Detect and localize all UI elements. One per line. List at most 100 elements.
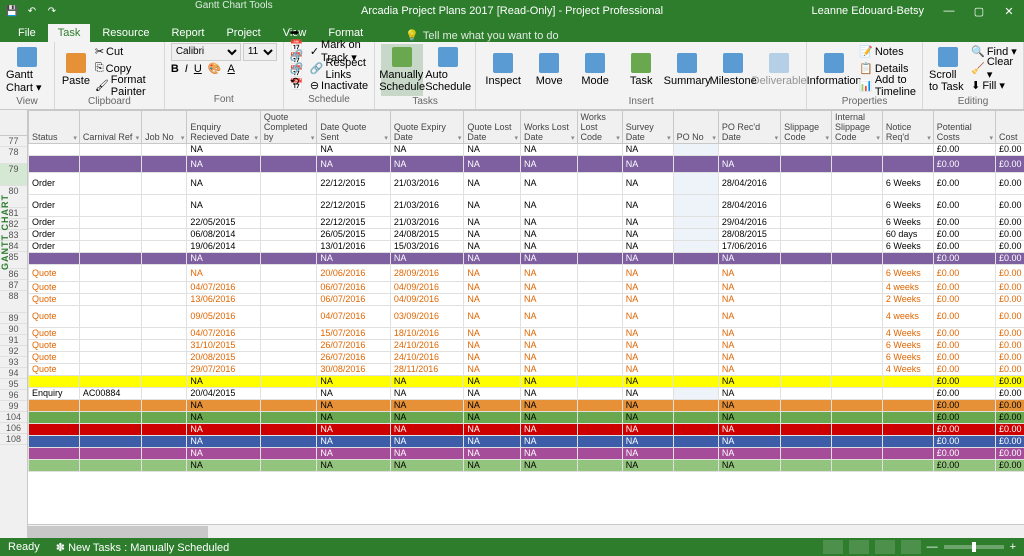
zoom-slider[interactable] [944, 545, 1004, 549]
cell[interactable] [142, 217, 187, 229]
cell[interactable] [831, 376, 882, 388]
cell[interactable] [260, 424, 317, 436]
column-header[interactable]: Internal Slippage Code▾ [831, 111, 882, 144]
view-btn-3[interactable] [875, 540, 895, 554]
cell[interactable] [781, 460, 832, 472]
cell[interactable]: Order [29, 217, 80, 229]
cell[interactable]: NA [187, 265, 261, 282]
cell[interactable] [29, 412, 80, 424]
cell[interactable]: NA [317, 253, 391, 265]
cell[interactable] [79, 241, 141, 253]
cell[interactable] [260, 352, 317, 364]
cell[interactable] [673, 376, 718, 388]
column-header[interactable]: Notice Req'd▾ [882, 111, 933, 144]
table-row[interactable]: NANANANANANANA£0.00£0.00◢ Outstanding Re… [29, 376, 1024, 388]
cell[interactable]: £0.00 [933, 144, 995, 156]
column-header[interactable]: Works Lost Date▾ [520, 111, 577, 144]
cell[interactable]: NA [464, 241, 521, 253]
cell[interactable] [882, 436, 933, 448]
row-number[interactable]: 78 [0, 147, 27, 164]
cell[interactable]: £0.00 [995, 448, 1024, 460]
cell[interactable]: £0.00 [933, 241, 995, 253]
cell[interactable]: £0.00 [933, 328, 995, 340]
cell[interactable] [29, 424, 80, 436]
column-header[interactable]: Job No▾ [142, 111, 187, 144]
cell[interactable]: NA [464, 376, 521, 388]
inspect-button[interactable]: Inspect [482, 44, 524, 96]
cell[interactable]: NA [187, 253, 261, 265]
cell[interactable] [831, 241, 882, 253]
cell[interactable]: 22/12/2015 [317, 173, 391, 195]
tab-project[interactable]: Project [216, 24, 270, 42]
cell[interactable]: NA [520, 388, 577, 400]
cell[interactable]: NA [622, 400, 673, 412]
cell[interactable]: 22/12/2015 [317, 195, 391, 217]
cell[interactable]: NA [464, 436, 521, 448]
maximize-button[interactable]: ▢ [964, 0, 994, 22]
cell[interactable]: NA [464, 217, 521, 229]
cell[interactable] [577, 253, 622, 265]
cell[interactable]: NA [464, 195, 521, 217]
cell[interactable] [673, 424, 718, 436]
cell[interactable]: 19/06/2014 [187, 241, 261, 253]
cell[interactable]: 28/04/2016 [718, 173, 780, 195]
cell[interactable] [260, 253, 317, 265]
cell[interactable]: NA [317, 388, 391, 400]
cell[interactable]: £0.00 [995, 282, 1024, 294]
cell[interactable] [831, 400, 882, 412]
cell[interactable]: NA [622, 156, 673, 173]
table-row[interactable]: Quote29/07/201630/08/201628/11/2016NANAN… [29, 364, 1024, 376]
minimize-button[interactable]: — [934, 0, 964, 22]
cell[interactable] [260, 340, 317, 352]
cell[interactable]: NA [464, 144, 521, 156]
cell[interactable]: £0.00 [995, 195, 1024, 217]
row-number[interactable]: 99 [0, 401, 27, 412]
cell[interactable] [781, 328, 832, 340]
close-button[interactable]: ✕ [994, 0, 1024, 22]
cell[interactable] [260, 217, 317, 229]
cell[interactable]: 03/09/2016 [390, 306, 464, 328]
cell[interactable] [260, 400, 317, 412]
cell[interactable] [142, 265, 187, 282]
cell[interactable] [673, 241, 718, 253]
cell[interactable] [781, 241, 832, 253]
cell[interactable]: £0.00 [995, 340, 1024, 352]
cell[interactable]: Order [29, 195, 80, 217]
cell[interactable]: NA [520, 448, 577, 460]
save-icon[interactable]: 💾 [4, 3, 20, 19]
tab-report[interactable]: Report [161, 24, 214, 42]
cell[interactable] [577, 460, 622, 472]
data-grid[interactable]: Status▾Carnival Ref▾Job No▾Enquiry Recie… [28, 110, 1024, 554]
cell[interactable]: £0.00 [995, 144, 1024, 156]
cell[interactable] [29, 156, 80, 173]
cell[interactable] [781, 436, 832, 448]
cell[interactable] [673, 156, 718, 173]
cell[interactable] [142, 195, 187, 217]
cell[interactable]: 21/03/2016 [390, 195, 464, 217]
cell[interactable]: 13/06/2016 [187, 294, 261, 306]
cell[interactable] [673, 352, 718, 364]
cell[interactable]: NA [622, 253, 673, 265]
cell[interactable]: £0.00 [995, 217, 1024, 229]
cell[interactable]: NA [622, 376, 673, 388]
cell[interactable]: 15/03/2016 [390, 241, 464, 253]
cell[interactable]: £0.00 [933, 195, 995, 217]
cell[interactable] [781, 448, 832, 460]
view-btn-1[interactable] [823, 540, 843, 554]
cell[interactable]: NA [718, 448, 780, 460]
cell[interactable]: NA [718, 460, 780, 472]
cell[interactable]: NA [187, 173, 261, 195]
cell[interactable] [79, 412, 141, 424]
cell[interactable]: £0.00 [933, 400, 995, 412]
cell[interactable] [831, 217, 882, 229]
cell[interactable]: NA [718, 282, 780, 294]
cell[interactable]: NA [718, 412, 780, 424]
cell[interactable] [79, 173, 141, 195]
cell[interactable] [79, 448, 141, 460]
cell[interactable] [79, 229, 141, 241]
cell[interactable]: NA [622, 352, 673, 364]
cell[interactable]: NA [718, 294, 780, 306]
cell[interactable]: NA [520, 229, 577, 241]
row-number[interactable]: 93 [0, 357, 27, 368]
cell[interactable] [260, 328, 317, 340]
